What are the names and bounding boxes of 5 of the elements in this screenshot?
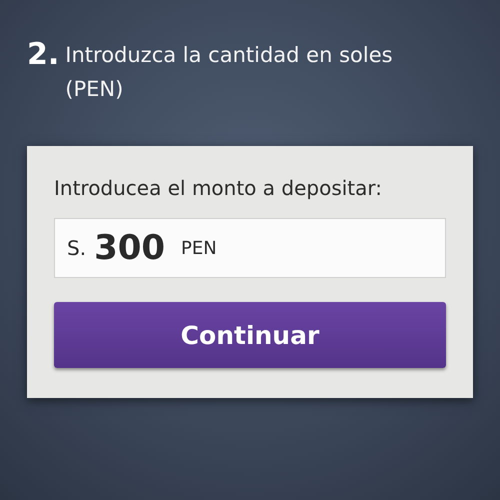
- amount-field[interactable]: S. 300 PEN: [54, 218, 446, 278]
- step-instruction: Introduzca la cantidad en soles (PEN): [65, 42, 394, 103]
- amount-label: Introducea el monto a depositar:: [54, 176, 383, 200]
- continue-button[interactable]: Continuar: [54, 302, 446, 368]
- step-number: 2.: [27, 38, 60, 72]
